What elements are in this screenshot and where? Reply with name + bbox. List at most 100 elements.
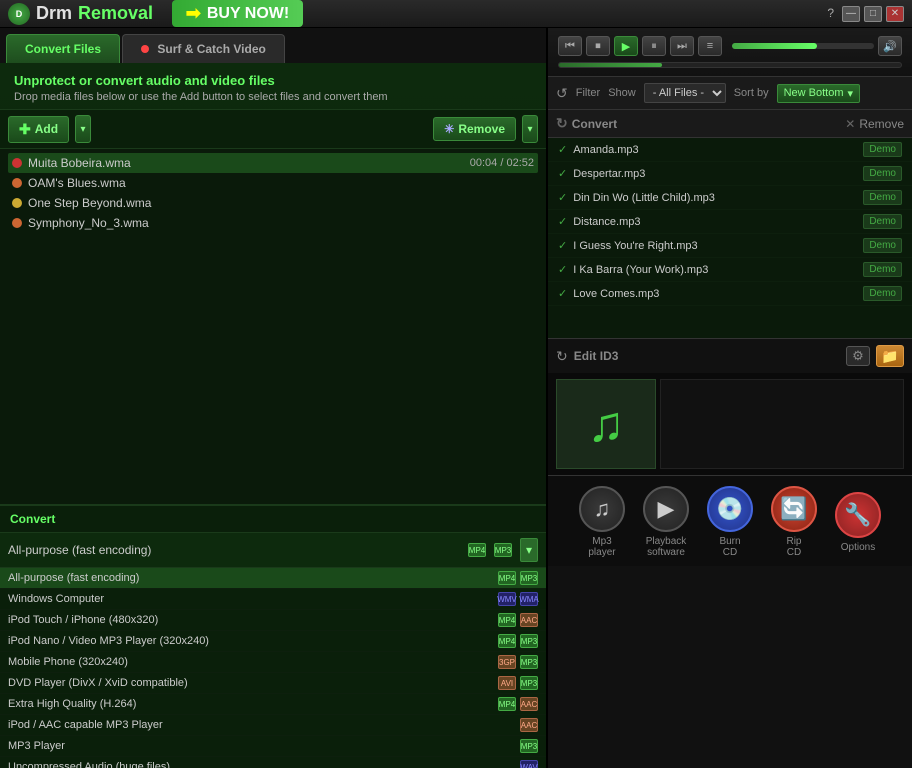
sort-select[interactable]: New Bottom ▾ xyxy=(777,84,860,103)
tabs-bar: Convert Files Surf & Catch Video xyxy=(0,28,546,63)
convert-item[interactable]: DVD Player (DivX / XviD compatible) AVI … xyxy=(0,673,546,694)
mp3-player-label: Mp3player xyxy=(588,536,615,558)
minimize-button[interactable]: — xyxy=(842,6,860,22)
refresh-icon[interactable]: ↺ xyxy=(556,85,568,102)
file-toolbar: ✚ Add ▾ ✳ Remove ▾ xyxy=(0,110,546,149)
music-note-icon: ♫ xyxy=(587,395,625,453)
rip-cd-icon: 🔄 xyxy=(771,486,817,532)
mp3-player-icon: ♫ xyxy=(579,486,625,532)
player-controls: ⏮ ⏹ ▶ ⏸ ⏭ ≡ 🔊 xyxy=(558,36,902,56)
convert-item[interactable]: Extra High Quality (H.264) MP4 AAC xyxy=(0,694,546,715)
buy-now-button[interactable]: ➡ BUY NOW! xyxy=(172,0,303,27)
playback-tool[interactable]: ▶ Playbacksoftware xyxy=(643,486,689,558)
right-file-item[interactable]: ✓ I Ka Barra (Your Work).mp3 Demo xyxy=(548,258,912,282)
mp3-icon: MP3 xyxy=(494,543,512,557)
volume-button[interactable]: 🔊 xyxy=(878,36,902,56)
show-label: Show xyxy=(608,87,636,99)
fmt-icon: AVI xyxy=(498,676,516,690)
progress-bar[interactable] xyxy=(558,62,902,68)
x-icon: ✕ xyxy=(845,117,855,131)
maximize-button[interactable]: □ xyxy=(864,6,882,22)
file-name: Symphony_No_3.wma xyxy=(28,216,534,230)
right-file-item[interactable]: ✓ Love Comes.mp3 Demo xyxy=(548,282,912,306)
convert-item[interactable]: Windows Computer WMV WMA xyxy=(0,589,546,610)
album-art: ♫ xyxy=(556,379,656,469)
convert-item[interactable]: iPod Nano / Video MP3 Player (320x240) M… xyxy=(0,631,546,652)
convert-item[interactable]: MP3 Player MP3 xyxy=(0,736,546,757)
convert-item[interactable]: All-purpose (fast encoding) MP4 MP3 xyxy=(0,568,546,589)
help-button[interactable]: ? xyxy=(827,6,834,22)
add-dropdown-button[interactable]: ▾ xyxy=(75,115,91,143)
menu-button[interactable]: ≡ xyxy=(698,36,722,56)
convert-list: All-purpose (fast encoding) MP4 MP3 Wind… xyxy=(0,568,546,768)
check-icon: ✓ xyxy=(558,191,567,204)
convert-item[interactable]: Uncompressed Audio (huge files) WAV xyxy=(0,757,546,768)
file-dot-yellow xyxy=(12,198,22,208)
file-name: Muita Bobeira.wma xyxy=(28,156,470,170)
file-list: Muita Bobeira.wma 00:04 / 02:52 OAM's Bl… xyxy=(0,149,546,504)
rip-cd-tool[interactable]: 🔄 RipCD xyxy=(771,486,817,558)
convert-selected-label: All-purpose (fast encoding) xyxy=(8,543,460,557)
app-title-drm: Drm xyxy=(36,3,72,24)
tab-convert-files[interactable]: Convert Files xyxy=(6,34,120,63)
check-icon: ✓ xyxy=(558,287,567,300)
convert-item[interactable]: Mobile Phone (320x240) 3GP MP3 xyxy=(0,652,546,673)
playback-icon: ▶ xyxy=(643,486,689,532)
convert-item[interactable]: iPod Touch / iPhone (480x320) MP4 AAC xyxy=(0,610,546,631)
file-name: One Step Beyond.wma xyxy=(28,196,534,210)
options-label: Options xyxy=(841,542,875,553)
file-name: OAM's Blues.wma xyxy=(28,176,534,190)
right-file-item[interactable]: ✓ Distance.mp3 Demo xyxy=(548,210,912,234)
show-select[interactable]: - All Files - xyxy=(644,83,726,103)
fmt-icon: MP3 xyxy=(520,676,538,690)
info-title: Unprotect or convert audio and video fil… xyxy=(14,73,532,88)
gear-button[interactable]: ⚙ xyxy=(846,346,870,366)
right-file-item[interactable]: ✓ Din Din Wo (Little Child).mp3 Demo xyxy=(548,186,912,210)
burn-cd-tool[interactable]: 💿 BurnCD xyxy=(707,486,753,558)
right-file-item[interactable]: ✓ I Guess You're Right.mp3 Demo xyxy=(548,234,912,258)
rewind-button[interactable]: ⏮ xyxy=(558,36,582,56)
remove-action[interactable]: ✕ Remove xyxy=(845,117,904,131)
fmt-icon: MP4 xyxy=(498,613,516,627)
convert-action[interactable]: ↻ Convert xyxy=(556,115,845,132)
mp4-icon: MP4 xyxy=(468,543,486,557)
convert-item[interactable]: iPod / AAC capable MP3 Player AAC xyxy=(0,715,546,736)
file-dot-orange xyxy=(12,178,22,188)
file-item[interactable]: Symphony_No_3.wma xyxy=(8,213,538,233)
fmt-icon: AAC xyxy=(520,697,538,711)
add-button[interactable]: ✚ Add xyxy=(8,116,69,143)
options-tool[interactable]: 🔧 Options xyxy=(835,492,881,553)
file-item[interactable]: OAM's Blues.wma xyxy=(8,173,538,193)
right-file-item[interactable]: ✓ Despertar.mp3 Demo xyxy=(548,162,912,186)
close-button[interactable]: ✕ xyxy=(886,6,904,22)
file-item[interactable]: Muita Bobeira.wma 00:04 / 02:52 xyxy=(8,153,538,173)
right-file-item[interactable]: ✓ Amanda.mp3 Demo xyxy=(548,138,912,162)
folder-button[interactable]: 📁 xyxy=(876,345,904,367)
right-panel: ⏮ ⏹ ▶ ⏸ ⏭ ≡ 🔊 ↺ Filter Show - All Files … xyxy=(548,28,912,768)
file-dot-red xyxy=(12,158,22,168)
fast-forward-button[interactable]: ⏭ xyxy=(670,36,694,56)
demo-badge: Demo xyxy=(863,166,902,181)
stop-button[interactable]: ⏹ xyxy=(586,36,610,56)
tab-surf-catch[interactable]: Surf & Catch Video xyxy=(122,34,285,63)
volume-slider[interactable] xyxy=(732,43,874,49)
mp3-player-tool[interactable]: ♫ Mp3player xyxy=(579,486,625,558)
file-time: 00:04 / 02:52 xyxy=(470,157,534,169)
remove-button[interactable]: ✳ Remove xyxy=(433,117,516,141)
sort-label: Sort by xyxy=(734,87,769,99)
app-logo: D xyxy=(8,3,30,25)
burn-cd-label: BurnCD xyxy=(719,536,740,558)
action-bar: ↻ Convert ✕ Remove xyxy=(548,110,912,138)
remove-dropdown-button[interactable]: ▾ xyxy=(522,115,538,143)
demo-badge: Demo xyxy=(863,286,902,301)
play-button[interactable]: ▶ xyxy=(614,36,638,56)
album-area: ♫ xyxy=(548,373,912,475)
file-item[interactable]: One Step Beyond.wma xyxy=(8,193,538,213)
demo-badge: Demo xyxy=(863,190,902,205)
pause-button[interactable]: ⏸ xyxy=(642,36,666,56)
volume-fill xyxy=(732,43,817,49)
check-icon: ✓ xyxy=(558,263,567,276)
convert-dropdown-button[interactable]: ▾ xyxy=(520,538,538,562)
demo-badge: Demo xyxy=(863,262,902,277)
bottom-toolbar: ♫ Mp3player ▶ Playbacksoftware 💿 BurnCD … xyxy=(548,475,912,566)
